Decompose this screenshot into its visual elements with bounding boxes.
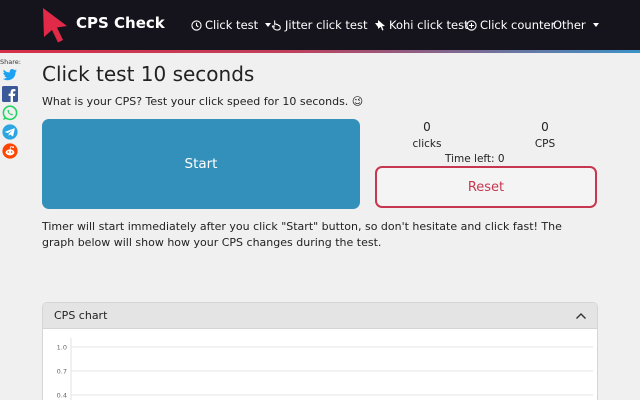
cursor-logo-icon[interactable] xyxy=(40,6,70,44)
cps-value: 0 xyxy=(541,120,549,134)
nav-click-test-label: Click test xyxy=(205,18,259,32)
y-tick-label: 0.7 xyxy=(57,368,67,376)
cursor-icon xyxy=(378,20,385,31)
nav-jitter-click-test-label: Jitter click test xyxy=(285,18,368,32)
clicks-label: clicks xyxy=(412,138,442,150)
cps-chart-title: CPS chart xyxy=(54,309,108,322)
clicks-count: 0 xyxy=(423,120,431,134)
y-tick-label: 0.4 xyxy=(57,392,67,400)
nav-click-test[interactable]: Click test xyxy=(191,17,272,33)
telegram-icon[interactable] xyxy=(2,124,18,140)
cps-chart-plot: 1.0 0.7 0.4 xyxy=(57,338,593,400)
nav-jitter-click-test[interactable]: Jitter click test xyxy=(271,17,381,33)
share-label: Share: xyxy=(0,58,21,66)
page-subtitle: What is your CPS? Test your click speed … xyxy=(42,95,364,108)
navbar-accent-bar xyxy=(0,50,640,53)
brand-name[interactable]: CPS Check xyxy=(76,14,165,32)
cps-chart-header[interactable]: CPS chart xyxy=(43,303,597,329)
nav-other[interactable]: Other xyxy=(553,17,599,33)
nav-click-counter[interactable]: Click counter xyxy=(466,17,555,33)
top-navbar: CPS Check Click test Jitter click test K… xyxy=(0,0,640,50)
twitter-icon[interactable] xyxy=(2,67,18,83)
facebook-icon[interactable] xyxy=(2,86,18,102)
reset-button[interactable]: Reset xyxy=(375,166,597,208)
cps-label: CPS xyxy=(534,138,556,150)
chevron-down-icon xyxy=(592,23,599,27)
clock-icon xyxy=(191,19,202,31)
instructions-text: Timer will start immediately after you c… xyxy=(42,220,562,249)
whatsapp-icon[interactable] xyxy=(2,105,18,121)
nav-click-counter-label: Click counter xyxy=(480,18,556,32)
time-left: Time left: 0 xyxy=(445,153,505,165)
y-tick-label: 1.0 xyxy=(57,344,67,352)
reddit-icon[interactable] xyxy=(2,143,18,159)
nav-other-label: Other xyxy=(553,18,586,32)
chevron-up-icon[interactable] xyxy=(575,310,587,322)
plus-circle-icon xyxy=(466,19,477,31)
nav-kohi-click-test-label: Kohi click test xyxy=(389,18,469,32)
hand-pointer-icon xyxy=(271,20,281,31)
cps-chart-card: CPS chart 1.0 0.7 0.4 xyxy=(42,302,598,400)
page-title: Click test 10 seconds xyxy=(42,62,255,86)
nav-kohi-click-test[interactable]: Kohi click test xyxy=(377,17,469,33)
start-button[interactable]: Start xyxy=(42,119,360,209)
